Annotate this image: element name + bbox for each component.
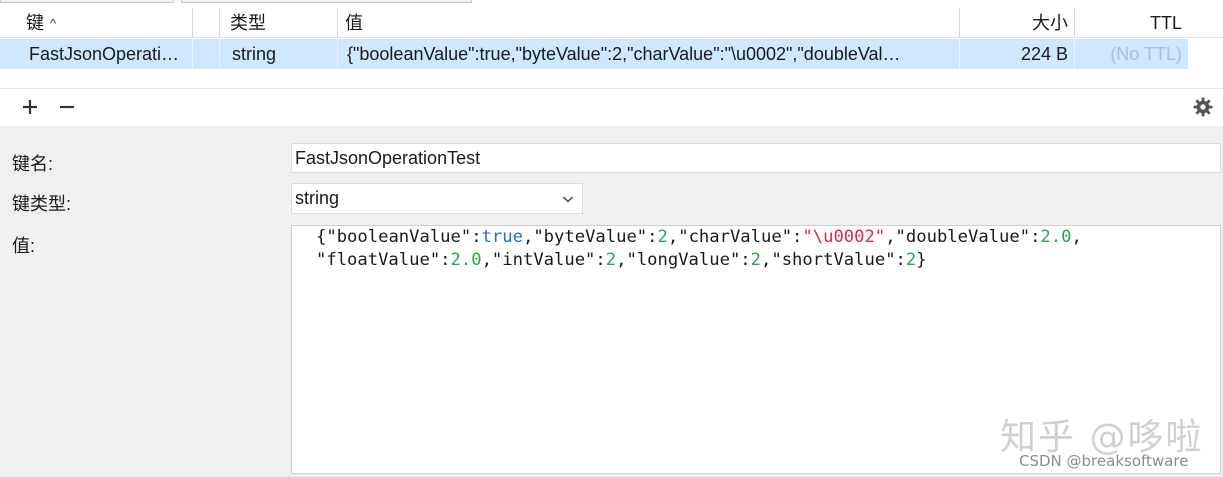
json-brace: } xyxy=(916,250,927,270)
json-key: "floatValue": xyxy=(316,250,451,270)
column-header-type-label: 类型 xyxy=(230,13,266,33)
json-string: "\u0002" xyxy=(802,227,886,247)
gear-icon xyxy=(1193,97,1213,117)
value-line-2: "floatValue":2.0,"intValue":2,"longValue… xyxy=(316,249,1220,272)
json-key: "booleanValue": xyxy=(326,227,482,247)
json-number: 2 xyxy=(657,227,668,247)
json-number: 2 xyxy=(905,250,917,270)
json-key: ,"doubleValue": xyxy=(885,227,1041,247)
key-name-field[interactable]: FastJsonOperationTest xyxy=(291,143,1221,173)
column-header-size-label: 大小 xyxy=(1032,13,1068,33)
json-number: 2.0 xyxy=(450,250,482,270)
key-type-value: string xyxy=(295,188,340,208)
row-type-cell[interactable]: string xyxy=(219,39,337,69)
json-key: ,"intValue": xyxy=(481,250,606,270)
json-key: ,"shortValue": xyxy=(761,250,906,270)
chevron-down-icon xyxy=(563,196,573,203)
table-row[interactable]: FastJsonOperati… string {"booleanValue":… xyxy=(0,39,1188,69)
json-key: ,"longValue": xyxy=(616,250,751,270)
column-header-key-label: 键 xyxy=(26,13,44,33)
column-header-type[interactable]: 类型 xyxy=(219,8,337,38)
sort-ascending-icon: ^ xyxy=(50,16,57,31)
json-comma: , xyxy=(1071,227,1082,247)
key-type-select[interactable]: string xyxy=(291,183,583,214)
tab-remnant-left xyxy=(0,0,174,3)
keys-table-header: 键 ^ 类型 值 大小 TTL xyxy=(0,8,1223,38)
add-key-button[interactable] xyxy=(15,91,45,123)
minus-icon xyxy=(60,105,74,109)
json-brace: { xyxy=(316,227,327,247)
column-header-ttl[interactable]: TTL xyxy=(1074,8,1188,38)
key-toolbar xyxy=(0,88,1223,126)
column-header-blank xyxy=(192,8,219,38)
key-name-label: 键名: xyxy=(12,154,54,174)
json-number: 2 xyxy=(605,250,617,270)
value-label: 值: xyxy=(12,236,36,256)
json-key: ,"charValue": xyxy=(667,227,803,247)
tab-remnant-right xyxy=(181,0,472,3)
row-size-cell[interactable]: 224 B xyxy=(959,39,1074,69)
plus-icon xyxy=(23,100,37,114)
column-header-size[interactable]: 大小 xyxy=(959,8,1074,38)
json-key: ,"byteValue": xyxy=(522,227,658,247)
column-header-value[interactable]: 值 xyxy=(337,8,959,38)
row-ttl-cell[interactable]: (No TTL) xyxy=(1074,39,1188,69)
column-header-key[interactable]: 键 ^ xyxy=(26,8,192,38)
json-boolean: true xyxy=(481,227,523,247)
json-number: 2.0 xyxy=(1040,227,1072,247)
value-line-1: {"booleanValue":true,"byteValue":2,"char… xyxy=(316,226,1220,249)
column-header-ttl-label: TTL xyxy=(1149,13,1182,33)
json-number: 2 xyxy=(750,250,762,270)
remove-key-button[interactable] xyxy=(52,91,82,123)
row-blank-cell xyxy=(192,39,219,69)
column-header-value-label: 值 xyxy=(345,13,363,33)
row-value-cell[interactable]: {"booleanValue":true,"byteValue":2,"char… xyxy=(337,39,959,69)
csdn-watermark: CSDN @breaksoftware xyxy=(1019,452,1189,470)
settings-button[interactable] xyxy=(1188,91,1218,123)
key-type-label: 键类型: xyxy=(12,194,72,214)
key-name-value: FastJsonOperationTest xyxy=(295,148,481,168)
row-key-cell[interactable]: FastJsonOperati… xyxy=(29,39,192,69)
